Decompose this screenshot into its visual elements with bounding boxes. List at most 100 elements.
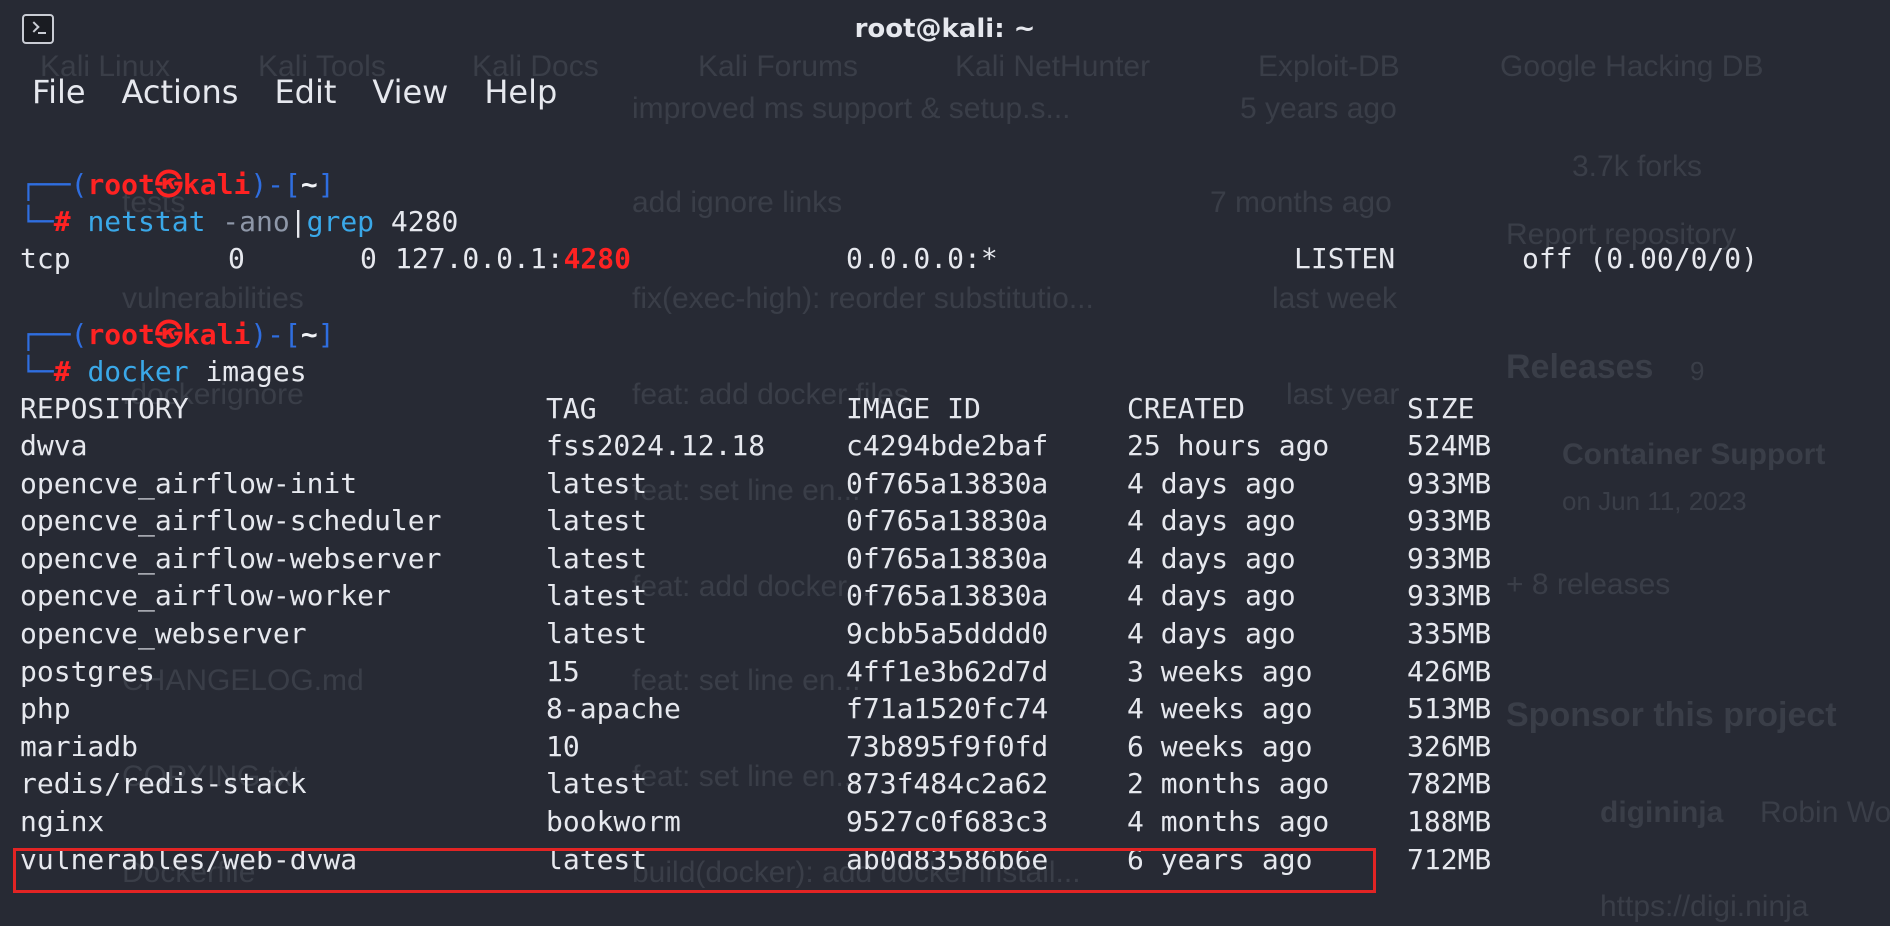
netstat-local-port: 4280 <box>563 242 632 275</box>
prompt-user: root <box>87 318 155 351</box>
menu-bar: File Actions Edit View Help <box>20 70 581 118</box>
cell-repository: mariadb <box>20 729 139 763</box>
netstat-local-address: 127.0.0.1: <box>395 242 564 275</box>
netstat-timer: off (0.00/0/0) <box>1522 242 1759 275</box>
cell-tag: latest <box>546 767 648 801</box>
command-grep-arg: 4280 <box>374 205 459 238</box>
cell-repository: opencve_webserver <box>20 617 307 650</box>
column-header-image-id: IMAGE ID <box>846 392 981 425</box>
bg-date-1: 7 months ago <box>1210 186 1392 219</box>
cell-repository: nginx <box>20 805 105 838</box>
cell-tag: latest <box>546 466 648 500</box>
command-args: -ano <box>205 205 290 238</box>
cell-created: 4 days ago <box>1127 617 1296 650</box>
menu-help[interactable]: Help <box>472 70 563 118</box>
bg-file-changelog: CHANGELOG.md <box>122 664 364 697</box>
command-line: └─# netstat -ano|grep 4280 <box>20 203 458 240</box>
cell-created: 4 days ago <box>1127 466 1296 500</box>
bg-commit-4: feat: set line en... <box>632 474 861 507</box>
prompt-hash: # <box>53 355 71 388</box>
cell-size: 933MB <box>1407 504 1492 538</box>
cell-repository: redis/redis-stack <box>20 767 307 801</box>
cell-size: 326MB <box>1407 729 1492 763</box>
cell-image-id: 0f765a13830a <box>846 541 1049 575</box>
bg-sponsor-name: Robin Wo <box>1760 796 1890 829</box>
cell-created: 4 months ago <box>1127 805 1330 838</box>
command-name: docker <box>87 355 189 388</box>
cell-tag: latest <box>546 541 648 575</box>
cell-size: 335MB <box>1407 617 1492 650</box>
cell-image-id: c4294bde2baf <box>846 429 1049 462</box>
prompt-skull-icon: ㉿ <box>154 168 183 201</box>
cell-created: 6 weeks ago <box>1127 729 1313 763</box>
bg-release-title: Container Support <box>1562 438 1826 471</box>
cell-tag: latest <box>546 504 648 538</box>
cell-tag: 8-apache <box>546 692 681 726</box>
cell-image-id: 73b895f9f0fd <box>846 729 1049 763</box>
cell-created: 3 weeks ago <box>1127 654 1313 688</box>
cell-created: 4 weeks ago <box>1127 692 1313 726</box>
cell-image-id: 873f484c2a62 <box>846 767 1049 801</box>
window-titlebar: root@kali: ~ <box>0 0 1890 60</box>
prompt-skull-icon: ㉿ <box>154 318 183 351</box>
bg-commit-7: feat: set line en... <box>632 760 861 793</box>
column-header-repository: REPOSITORY <box>20 392 189 425</box>
cell-tag: fss2024.12.18 <box>546 429 766 462</box>
netstat-state: LISTEN <box>1294 242 1396 275</box>
window-title: root@kali: ~ <box>854 14 1036 44</box>
prompt-frame-bottom: └─ <box>20 355 54 388</box>
prompt-frame-open: ┌──( <box>20 318 88 351</box>
bg-date-2: last week <box>1272 282 1398 315</box>
bg-date-3: last year <box>1286 378 1400 411</box>
column-header-created: CREATED <box>1127 392 1246 425</box>
bg-forks: 3.7k forks <box>1572 150 1703 183</box>
command-pipe: | <box>289 205 307 238</box>
cell-size: 933MB <box>1407 579 1492 613</box>
prompt-frame-bottom: └─ <box>20 205 54 238</box>
bg-releases-heading: Releases <box>1506 348 1654 386</box>
table-header: REPOSITORY TAG IMAGE ID CREATED SIZE <box>20 390 1474 427</box>
bg-releases-count: 9 <box>1690 356 1705 386</box>
menu-edit[interactable]: Edit <box>262 70 342 118</box>
bg-commit-5: feat: add docker... <box>632 570 871 603</box>
cell-image-id: 9527c0f683c3 <box>846 805 1049 838</box>
bg-more-releases: + 8 releases <box>1506 568 1671 601</box>
cell-size: 188MB <box>1407 805 1492 838</box>
bg-commit-2: fix(exec-high): reorder substitutio... <box>632 282 1094 315</box>
bg-sponsor-heading: Sponsor this project <box>1506 696 1837 734</box>
netstat-recvq: 0 <box>228 242 245 275</box>
cell-repository: opencve_airflow-worker <box>20 579 391 613</box>
cell-size: 426MB <box>1407 654 1492 688</box>
highlight-box <box>13 848 1376 893</box>
cell-size: 933MB <box>1407 541 1492 575</box>
menu-actions[interactable]: Actions <box>110 70 245 118</box>
menu-file[interactable]: File <box>20 70 92 118</box>
prompt-line: ┌──(root㉿kali)-[~] <box>20 166 335 203</box>
bg-commit-1: add ignore links <box>632 186 843 219</box>
command-grep: grep <box>306 205 375 238</box>
cell-tag: latest <box>546 579 648 613</box>
cell-created: 4 days ago <box>1127 541 1296 575</box>
command-line: └─# docker images <box>20 353 307 390</box>
menu-view[interactable]: View <box>360 70 454 118</box>
bg-file-vulnerabilities: vulnerabilities <box>122 282 304 315</box>
command-name: netstat <box>87 205 206 238</box>
cell-size: 933MB <box>1407 466 1492 500</box>
column-header-tag: TAG <box>546 392 597 425</box>
command-args: images <box>188 355 307 388</box>
cell-repository: opencve_airflow-init <box>20 466 358 500</box>
cell-size: 782MB <box>1407 767 1492 801</box>
cell-repository: php <box>20 692 71 726</box>
cell-repository: opencve_airflow-webserver <box>20 541 442 575</box>
prompt-dir: ~ <box>300 168 318 201</box>
prompt-frame-end: ] <box>317 168 335 201</box>
netstat-row: tcp 0 0 127.0.0.1:4280 0.0.0.0:* LISTEN … <box>20 240 1758 277</box>
cell-image-id: 9cbb5a5dddd0 <box>846 617 1049 650</box>
prompt-hash: # <box>53 205 71 238</box>
cell-tag: 15 <box>546 654 580 688</box>
column-header-size: SIZE <box>1407 392 1475 425</box>
cell-tag: bookworm <box>546 805 681 838</box>
cell-tag: latest <box>546 617 648 650</box>
netstat-sendq: 0 <box>360 242 377 275</box>
bg-commit-0: improved ms support & setup.s... <box>632 92 1071 125</box>
